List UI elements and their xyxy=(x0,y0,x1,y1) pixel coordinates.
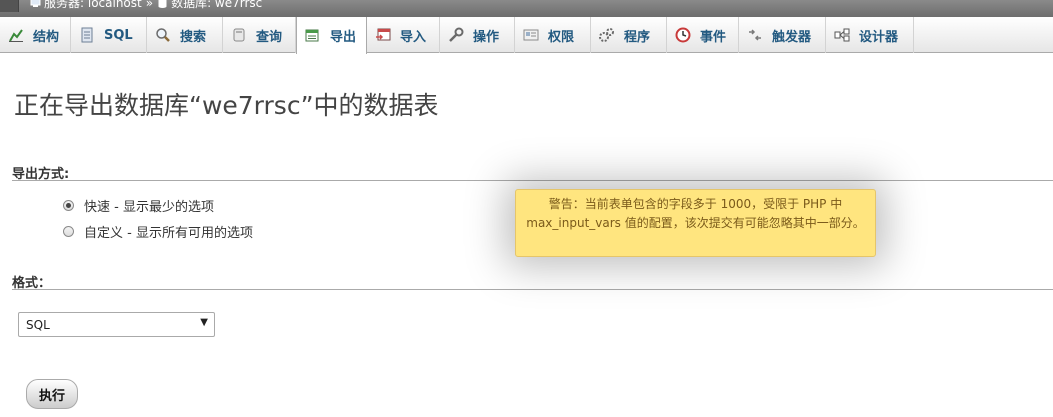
tab-import[interactable]: 导入 xyxy=(367,17,440,53)
breadcrumb-server-link[interactable]: 服务器: localhost xyxy=(44,0,142,10)
wrench-icon xyxy=(448,27,464,43)
tab-label: 导入 xyxy=(400,29,427,45)
export-method-heading: 导出方式: xyxy=(12,163,1053,182)
export-icon xyxy=(305,28,321,44)
breadcrumb-database-link[interactable]: 数据库: we7rrsc xyxy=(171,0,262,10)
tab-label: 事件 xyxy=(700,29,727,45)
triggers-icon xyxy=(747,27,763,43)
tab-query[interactable]: 查询 xyxy=(223,17,296,53)
import-icon xyxy=(375,27,391,43)
tab-bar: 结构 SQL 搜索 查询 导出 导入 操作 权限 程序 事件 触发器 设计器 xyxy=(0,17,1053,54)
tab-operations[interactable]: 操作 xyxy=(440,17,515,53)
database-icon xyxy=(157,0,168,8)
tab-label: 查询 xyxy=(256,29,283,45)
clock-icon xyxy=(675,27,691,43)
tab-events[interactable]: 事件 xyxy=(667,17,739,53)
tab-label: 操作 xyxy=(473,29,500,45)
structure-icon xyxy=(8,27,24,43)
tab-label: 导出 xyxy=(330,30,357,45)
tab-triggers[interactable]: 触发器 xyxy=(739,17,826,53)
format-select-value: SQL xyxy=(26,317,50,332)
format-heading: 格式： xyxy=(12,272,1053,291)
page-title: 正在导出数据库“we7rrsc”中的数据表 xyxy=(14,91,439,120)
search-icon xyxy=(155,27,171,43)
radio-quick[interactable] xyxy=(63,200,74,211)
tab-search[interactable]: 搜索 xyxy=(147,17,223,53)
breadcrumb-separator: » xyxy=(145,0,154,10)
radio-option-custom[interactable]: 自定义 - 显示所有可用的选项 xyxy=(63,222,253,241)
go-button[interactable]: 执行 xyxy=(26,379,78,409)
radio-option-quick[interactable]: 快速 - 显示最少的选项 xyxy=(63,196,214,215)
tab-label: 权限 xyxy=(548,29,575,45)
menu-toggle-icon[interactable] xyxy=(0,0,19,12)
privileges-icon xyxy=(523,27,539,43)
designer-icon xyxy=(834,27,850,43)
tab-label: 程序 xyxy=(624,29,651,45)
warning-tooltip: 警告：当前表单包含的字段多于 1000，受限于 PHP 中 max_input_… xyxy=(515,189,876,257)
tab-label: SQL xyxy=(104,27,133,43)
tab-label: 触发器 xyxy=(772,29,812,45)
tab-structure[interactable]: 结构 xyxy=(0,17,71,53)
format-select[interactable]: SQL ▼ xyxy=(18,312,215,337)
query-icon xyxy=(231,27,247,43)
tab-label: 搜索 xyxy=(180,29,207,45)
tab-routines[interactable]: 程序 xyxy=(591,17,667,53)
chevron-down-icon: ▼ xyxy=(200,317,208,328)
radio-custom[interactable] xyxy=(63,226,74,237)
radio-label-quick: 快速 - 显示最少的选项 xyxy=(84,200,214,215)
breadcrumb: 服务器: localhost» 数据库: we7rrsc xyxy=(0,0,1053,17)
radio-label-custom: 自定义 - 显示所有可用的选项 xyxy=(84,226,253,241)
tab-privileges[interactable]: 权限 xyxy=(515,17,591,53)
tab-label: 设计器 xyxy=(859,29,899,45)
routines-icon xyxy=(599,27,615,43)
tab-designer[interactable]: 设计器 xyxy=(826,17,914,53)
sql-icon xyxy=(79,27,95,43)
tab-label: 结构 xyxy=(33,29,60,45)
tab-sql[interactable]: SQL xyxy=(71,17,147,53)
server-icon xyxy=(30,0,41,8)
tab-export[interactable]: 导出 xyxy=(296,17,367,54)
